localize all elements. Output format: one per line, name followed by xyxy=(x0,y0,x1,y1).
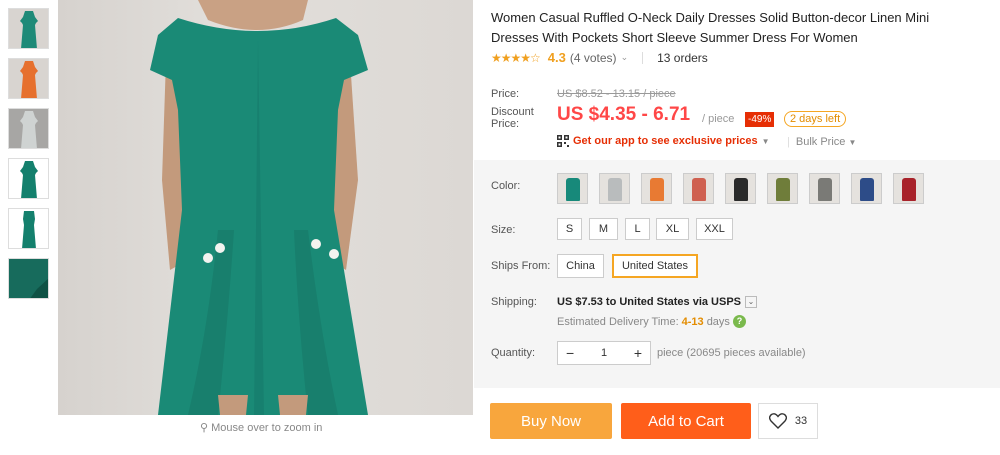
size-option-m[interactable]: M xyxy=(589,218,618,240)
rating-value: 4.3 xyxy=(547,50,566,65)
size-option-s[interactable]: S xyxy=(557,218,582,240)
product-title: Women Casual Ruffled O-Neck Daily Dresse… xyxy=(491,10,930,45)
swatch-dress-image xyxy=(734,178,748,201)
quantity-decrease-button[interactable]: − xyxy=(566,345,574,361)
buy-now-button[interactable]: Buy Now xyxy=(490,403,612,439)
color-swatch[interactable] xyxy=(809,173,840,204)
swatch-dress-image xyxy=(860,178,874,201)
thumbnail-1[interactable] xyxy=(8,8,49,49)
color-label: Color: xyxy=(491,180,521,192)
delivery-days: 4-13 xyxy=(681,315,704,328)
main-product-image[interactable] xyxy=(58,0,473,415)
caret-down-icon: ▼ xyxy=(848,138,857,147)
add-to-cart-button[interactable]: Add to Cart xyxy=(621,403,751,439)
heart-icon xyxy=(768,413,787,429)
original-price: US $8.52 - 13.15 / piece xyxy=(557,88,676,100)
price-label: Price: xyxy=(491,88,520,100)
color-swatch[interactable] xyxy=(641,173,672,204)
model-in-dress-image xyxy=(150,0,368,415)
bulk-price-link[interactable]: | Bulk Price ▼ xyxy=(787,136,856,148)
swatch-dress-image xyxy=(776,178,790,201)
dress-thumbnail-image xyxy=(19,11,38,48)
discount-badge: -49% xyxy=(745,112,775,127)
discount-price: US $4.35 - 6.71 xyxy=(557,104,691,125)
delivery-suffix: days xyxy=(706,315,730,328)
dress-thumbnail-image xyxy=(19,111,38,148)
app-promo-text: Get our app to see exclusive prices xyxy=(573,135,758,147)
caret-down-icon: ▼ xyxy=(761,136,770,146)
size-label: Size: xyxy=(491,224,516,236)
rating-row: ★★★★☆ 4.3 (4 votes) ⌄ 13 orders xyxy=(491,50,708,65)
shipping-cost-text: US $7.53 to United States via USPS xyxy=(557,296,742,308)
quantity-label: Quantity: xyxy=(491,347,536,359)
divider xyxy=(642,51,644,64)
zoom-hint-text: Mouse over to zoom in xyxy=(211,422,323,434)
wishlist-button[interactable]: 33 xyxy=(758,403,818,439)
quantity-stepper: − 1 + xyxy=(557,341,651,365)
delivery-estimate: Estimated Delivery Time: 4-13 days ? xyxy=(557,315,746,328)
bulk-price-text: Bulk Price xyxy=(795,136,846,148)
days-left-badge: 2 days left xyxy=(784,111,847,127)
color-swatch[interactable] xyxy=(683,173,714,204)
votes-link[interactable]: (4 votes) xyxy=(570,51,617,65)
discount-label-price: Price: xyxy=(491,118,520,130)
color-swatch[interactable] xyxy=(599,173,630,204)
chevron-down-icon[interactable]: ⌄ xyxy=(745,296,758,308)
shipping-method[interactable]: US $7.53 to United States via USPS ⌄ xyxy=(557,296,758,308)
quantity-input[interactable]: 1 xyxy=(601,347,607,359)
swatch-dress-image xyxy=(692,178,706,201)
color-swatch[interactable] xyxy=(893,173,924,204)
dress-thumbnail-image xyxy=(21,211,36,248)
thumbnail-3[interactable] xyxy=(8,108,49,149)
app-promo-link[interactable]: Get our app to see exclusive prices ▼ xyxy=(557,135,770,147)
help-icon[interactable]: ? xyxy=(732,315,746,328)
color-swatch[interactable] xyxy=(725,173,756,204)
orders-count: 13 orders xyxy=(657,50,708,65)
quantity-available: piece (20695 pieces available) xyxy=(657,347,806,359)
swatch-dress-image xyxy=(566,178,580,201)
divider: | xyxy=(787,136,790,148)
chevron-down-icon[interactable]: ⌄ xyxy=(621,52,629,63)
dress-thumbnail-image xyxy=(19,161,38,198)
shipping-label: Shipping: xyxy=(491,296,537,308)
size-option-xl[interactable]: XL xyxy=(656,218,689,240)
swatch-dress-image xyxy=(902,178,916,201)
ships-from-label: Ships From: xyxy=(491,260,551,272)
wishlist-count: 33 xyxy=(794,415,808,427)
discount-label: Discount xyxy=(491,106,534,118)
size-option-xxl[interactable]: XXL xyxy=(696,218,733,240)
thumbnail-6[interactable] xyxy=(8,258,49,299)
swatch-dress-image xyxy=(608,178,622,201)
per-piece-unit: / piece xyxy=(702,113,735,125)
color-swatch[interactable] xyxy=(767,173,798,204)
swatch-dress-image xyxy=(818,178,832,201)
size-option-l[interactable]: L xyxy=(625,218,650,240)
ships-from-united-states[interactable]: United States xyxy=(612,254,698,278)
thumbnail-4[interactable] xyxy=(8,158,49,199)
quantity-increase-button[interactable]: + xyxy=(634,345,642,361)
thumbnail-5[interactable] xyxy=(8,208,49,249)
ships-from-china[interactable]: China xyxy=(557,254,604,278)
zoom-hint: ⚲ Mouse over to zoom in xyxy=(200,421,322,434)
color-swatch[interactable] xyxy=(851,173,882,204)
dress-thumbnail-image xyxy=(19,61,38,98)
color-swatch[interactable] xyxy=(557,173,588,204)
qr-code-icon xyxy=(557,135,569,147)
magnifier-icon: ⚲ xyxy=(200,422,209,434)
thumbnail-2[interactable] xyxy=(8,58,49,99)
star-rating-icon: ★★★★☆ xyxy=(491,50,541,65)
fabric-detail-image xyxy=(9,259,48,298)
delivery-prefix: Estimated Delivery Time: xyxy=(557,315,679,328)
swatch-dress-image xyxy=(650,178,664,201)
